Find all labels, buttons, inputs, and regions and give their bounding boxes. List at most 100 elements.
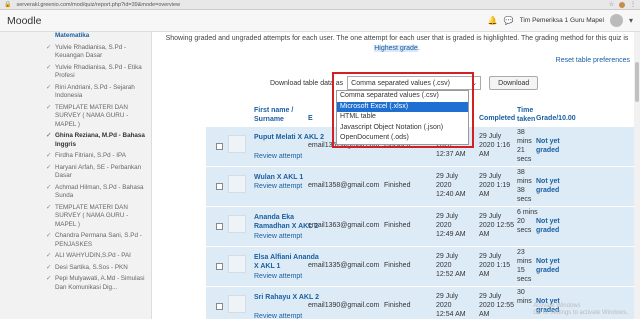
sidebar-item-label: TEMPLATE MATERI DAN SURVEY ( NAMA GURU -…	[55, 203, 129, 228]
check-icon: ✓	[46, 132, 52, 139]
sidebar-item[interactable]: ✓ TEMPLATE MATERI DAN SURVEY ( NAMA GURU …	[46, 204, 151, 230]
review-attempt-link[interactable]: Review attempt	[254, 233, 302, 240]
sidebar-item[interactable]: ✓Matematika	[46, 32, 151, 41]
row-checkbox[interactable]	[216, 303, 223, 310]
completed-cell: 29 July 2020 12:55 AM	[479, 213, 515, 238]
chevron-down-icon: ⌄	[471, 80, 478, 87]
check-icon: ✓	[46, 152, 52, 159]
row-checkbox[interactable]	[216, 143, 223, 150]
sidebar-item[interactable]: ✓ Ghina Reziana, M.Pd - Bahasa Inggris	[46, 132, 151, 149]
menu-icon[interactable]: ⋮	[630, 1, 636, 8]
sidebar-item-label: Yulvie Rhadianisa, S.Pd - Keuangan Dasar	[55, 43, 127, 60]
header-grade[interactable]: Grade/10.00	[536, 114, 576, 123]
dropdown-option[interactable]: Microsoft Excel (.xlsx)	[337, 101, 468, 112]
profile-icon[interactable]	[619, 1, 625, 8]
grade-cell[interactable]: Not yet graded	[536, 257, 560, 275]
header-email[interactable]: E	[308, 114, 313, 123]
dropdown-option[interactable]: OpenDocument (.ods)	[337, 133, 468, 144]
dropdown-option[interactable]: Comma separated values (.csv)	[337, 91, 468, 102]
email-cell: email1358@gmail.com	[308, 182, 380, 189]
check-icon: ✓	[46, 183, 52, 191]
sidebar-item[interactable]: ✓ Firdha Fitriani, S.Pd - IPA	[46, 152, 151, 161]
dropdown-option[interactable]: HTML table	[337, 112, 468, 123]
sidebar-item-label: Haryani Arfah, SE - Perbankan Dasar	[55, 163, 142, 180]
started-cell: 29 July 2020 12:40 AM	[436, 173, 466, 198]
grade-cell[interactable]: Not yet graded	[536, 217, 560, 235]
state-cell: Finished	[384, 222, 411, 229]
star-icon[interactable]: ☆	[609, 1, 614, 8]
review-attempt-link[interactable]: Review attempt	[254, 273, 302, 280]
user-picture[interactable]	[228, 295, 246, 313]
sidebar-item[interactable]: ✓ ALI WAHYUDIN,S.Pd - PAI	[46, 252, 151, 261]
state-cell: Finished	[384, 262, 411, 269]
header-completed[interactable]: Completed	[479, 114, 515, 123]
page-scrollbar[interactable]	[634, 32, 640, 319]
grade-cell[interactable]: Not yet graded	[536, 137, 560, 155]
check-icon: ✓	[46, 252, 52, 259]
review-attempt-link[interactable]: Review attempt	[254, 313, 302, 319]
grade-cell[interactable]: Not yet graded	[536, 177, 560, 195]
student-name-link[interactable]: Sri Rahayu X AKL 2	[254, 293, 324, 302]
sidebar-item-label: Chandra Permana Sani, S.Pd - PENJASKES	[55, 232, 142, 248]
table-row: Wulan X AKL 1 Review attempt email1358@gma…	[206, 166, 640, 206]
reset-table-link[interactable]: Reset table preferences	[556, 57, 630, 64]
time-taken-cell: 23 mins 15 secs	[517, 249, 532, 283]
sidebar-item[interactable]: ✓ Pepi Mulyawati, A.Md - Simulasi Dan Kom…	[46, 275, 151, 292]
user-picture[interactable]	[228, 175, 246, 193]
browser-bar: 🔒 serverakl.greenio.com/mod/quiz/report.…	[0, 0, 640, 10]
download-row: Download table data as Comma separated v…	[270, 76, 539, 90]
user-picture[interactable]	[228, 135, 246, 153]
student-name-link[interactable]: Puput Melati X AKL 2	[254, 133, 324, 142]
student-name-link[interactable]: Wulan X AKL 1	[254, 173, 324, 182]
grading-info: Showing graded and ungraded attempts for…	[165, 35, 629, 52]
sidebar-item-label: Desi Sartika, S.Sos - PKN	[55, 263, 128, 271]
message-icon[interactable]: 💬	[504, 16, 514, 25]
download-format-dropdown: Comma separated values (.csv) Microsoft E…	[336, 90, 469, 145]
check-icon: ✓	[46, 203, 52, 211]
row-checkbox[interactable]	[216, 263, 223, 270]
state-cell: Finished	[384, 182, 411, 189]
avatar[interactable]	[609, 14, 623, 27]
completed-cell: 29 July 2020 1:19 AM	[479, 173, 511, 198]
user-name[interactable]: Tim Pemeriksa 1 Guru Mapel	[520, 17, 604, 24]
download-format-select[interactable]: Comma separated values (.csv) ⌄	[347, 76, 482, 90]
check-icon: ✓	[46, 275, 52, 282]
main-content: Showing graded and ungraded attempts for…	[152, 32, 640, 319]
row-checkbox[interactable]	[216, 183, 223, 190]
sidebar-item[interactable]: ✓ Haryani Arfah, SE - Perbankan Dasar	[46, 164, 151, 181]
sidebar-item[interactable]: ✓ Yulvie Rhadianisa, S.Pd - Etika Profesi	[46, 64, 151, 81]
sidebar-item[interactable]: ✓ Chandra Permana Sani, S.Pd - PENJASKES	[46, 232, 151, 249]
check-icon: ✓	[46, 163, 52, 171]
completed-cell: 29 July 2020 1:15 AM	[479, 253, 511, 278]
sidebar-item-label: Matematika	[55, 32, 90, 39]
sidebar-item-label: Firdha Fitriani, S.Pd - IPA	[55, 152, 126, 159]
sidebar-item-label: Achmad Hilman, S.Pd - Bahasa Sunda	[55, 183, 144, 200]
dropdown-option[interactable]: Javascript Object Notation (.json)	[337, 123, 468, 134]
lock-icon: 🔒	[4, 2, 12, 8]
attempts-table: Puput Melati X AKL 2 Review attempt email1…	[206, 126, 640, 319]
notification-icon[interactable]: 🔔	[488, 16, 498, 25]
chevron-down-icon[interactable]: ▾	[629, 16, 633, 25]
sidebar-item[interactable]: ✓ Rini Andriani, S.Pd - Sejarah Indonesia	[46, 84, 151, 101]
sidebar-item-label: Yulvie Rhadianisa, S.Pd - Etika Profesi	[55, 63, 142, 80]
top-navbar: Moodle 🔔 💬 Tim Pemeriksa 1 Guru Mapel ▾	[0, 10, 640, 32]
sidebar-item[interactable]: ✓ Yulvie Rhadianisa, S.Pd - Keuangan Dasa…	[46, 44, 151, 61]
user-picture[interactable]	[228, 215, 246, 233]
review-attempt-link[interactable]: Review attempt	[254, 183, 302, 190]
check-icon: ✓	[46, 43, 52, 51]
download-button[interactable]: Download	[489, 76, 539, 90]
site-brand[interactable]: Moodle	[7, 15, 41, 27]
sidebar-item[interactable]: ✓ TEMPLATE MATERI DAN SURVEY ( NAMA GURU …	[46, 104, 151, 130]
review-attempt-link[interactable]: Review attempt	[254, 153, 302, 160]
time-taken-cell: 6 mins 20 secs	[517, 209, 538, 234]
row-checkbox[interactable]	[216, 223, 223, 230]
sidebar-item[interactable]: ✓ Desi Sartika, S.Sos - PKN	[46, 264, 151, 273]
email-cell: email1390@gmail.com	[308, 302, 380, 309]
completed-cell: 29 July 2020 1:16 AM	[479, 133, 511, 158]
watermark-line: Activate Windows	[533, 303, 581, 309]
header-name[interactable]: First name / Surname	[254, 106, 314, 124]
sidebar-item[interactable]: ✓ Achmad Hilman, S.Pd - Bahasa Sunda	[46, 184, 151, 201]
user-picture[interactable]	[228, 255, 246, 273]
address-bar[interactable]: serverakl.greenio.com/mod/quiz/report.ph…	[16, 2, 603, 8]
grading-method-highlight: Highest grade	[374, 44, 418, 52]
